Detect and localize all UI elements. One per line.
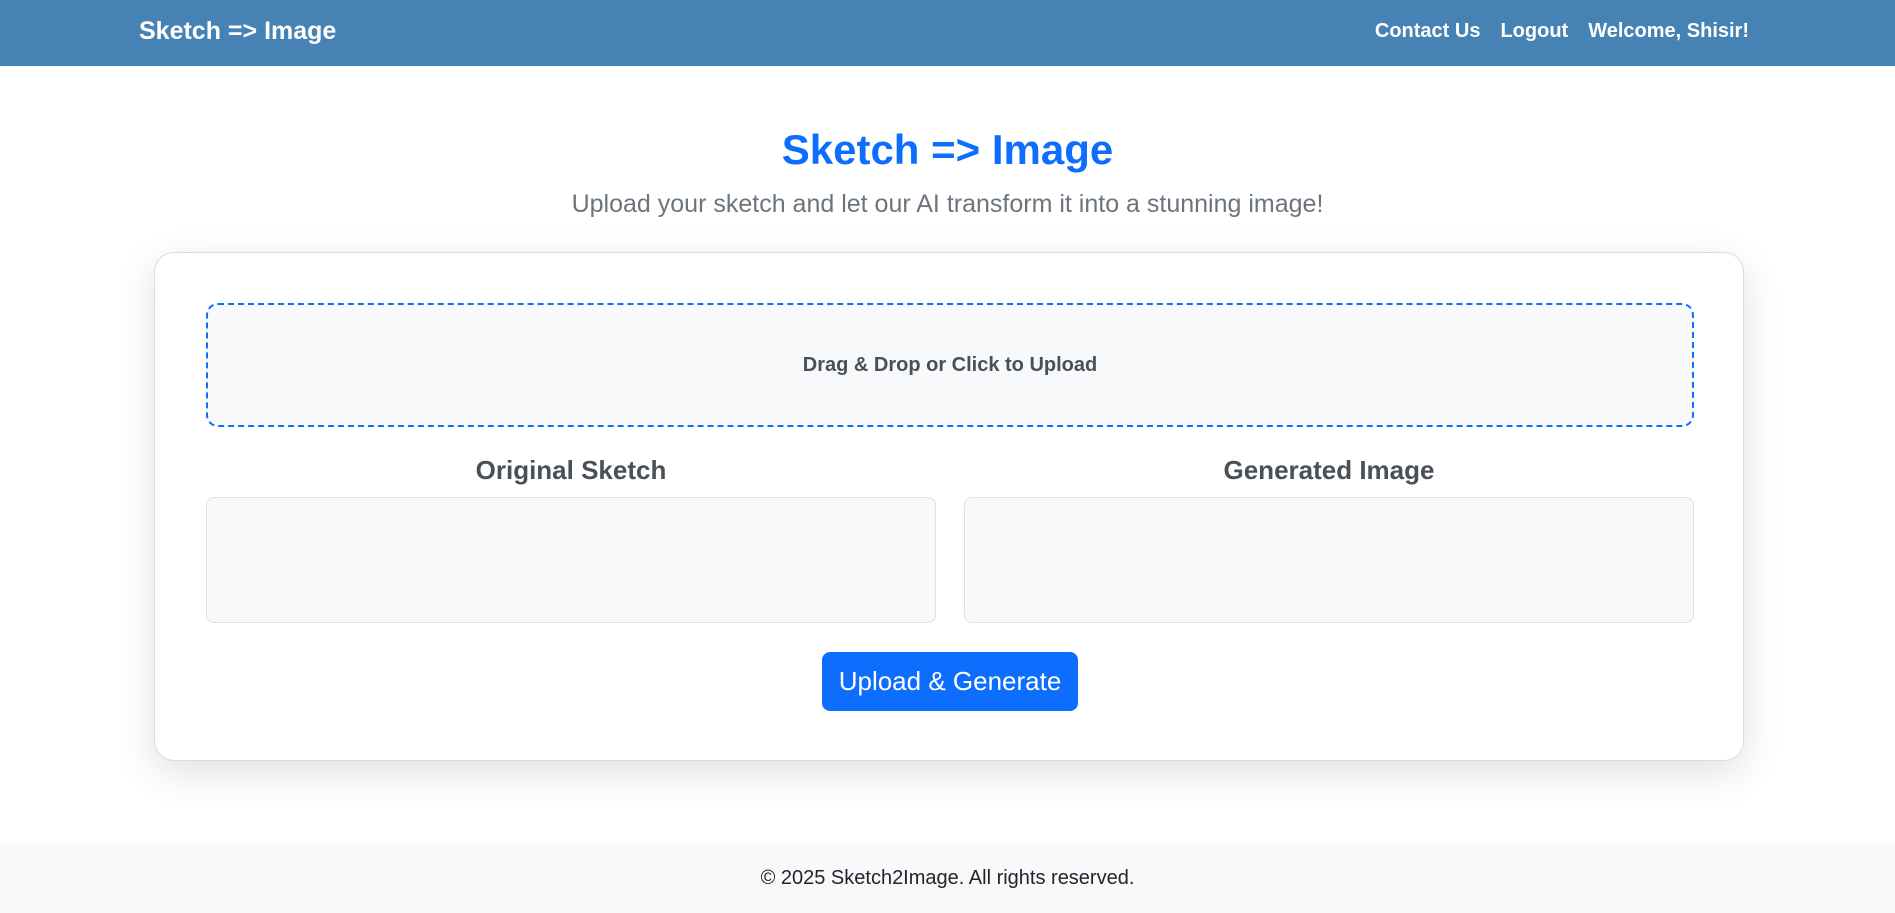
welcome-text: Welcome, Shisir!: [1588, 20, 1749, 42]
page-subtitle: Upload your sketch and let our AI transf…: [571, 190, 1324, 218]
contact-us-link[interactable]: Contact Us: [1375, 20, 1481, 43]
footer-copyright: © 2025 Sketch2Image. All rights reserved…: [760, 866, 1135, 889]
brand-link[interactable]: Sketch => Image: [139, 17, 336, 46]
navbar: Sketch => Image Contact Us Logout Welcom…: [0, 0, 1895, 66]
footer: © 2025 Sketch2Image. All rights reserved…: [0, 843, 1895, 913]
dropzone-label: Drag & Drop or Click to Upload: [802, 353, 1098, 376]
nav-links: Contact Us Logout Welcome, Shisir!: [1375, 20, 1749, 43]
upload-generate-button[interactable]: Upload & Generate: [822, 652, 1078, 711]
upload-dropzone[interactable]: Drag & Drop or Click to Upload: [206, 303, 1694, 427]
original-sketch-preview: [206, 497, 936, 623]
generated-image-preview: [964, 497, 1694, 623]
logout-link[interactable]: Logout: [1500, 20, 1568, 43]
upload-card: Drag & Drop or Click to Upload Original …: [154, 252, 1744, 761]
generated-image-label: Generated Image: [1223, 455, 1435, 485]
original-sketch-label: Original Sketch: [475, 455, 667, 485]
page-title: Sketch => Image: [781, 126, 1114, 173]
